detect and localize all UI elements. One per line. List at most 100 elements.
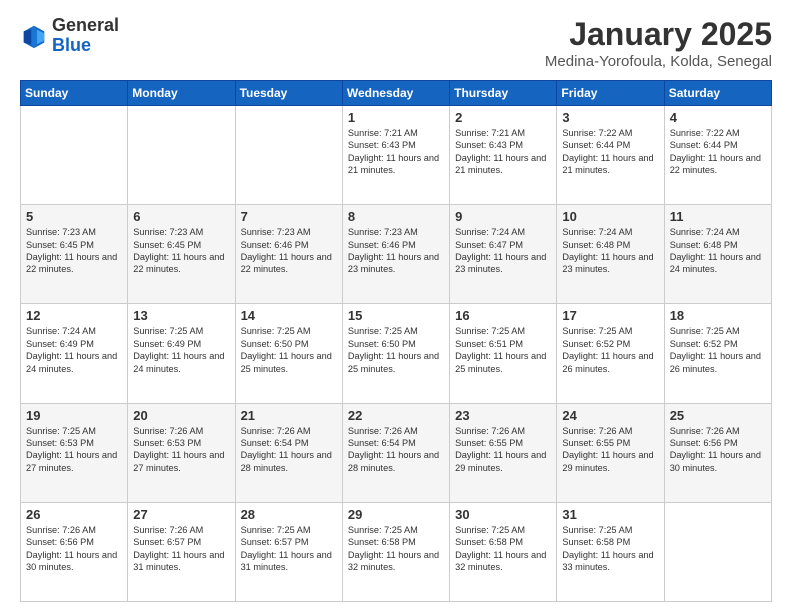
day-number: 1 [348, 110, 444, 125]
cell-info: Sunrise: 7:25 AM Sunset: 6:52 PM Dayligh… [670, 325, 766, 375]
calendar-cell: 15 Sunrise: 7:25 AM Sunset: 6:50 PM Dayli… [342, 304, 449, 403]
calendar-cell: 8 Sunrise: 7:23 AM Sunset: 6:46 PM Daylig… [342, 205, 449, 304]
calendar-cell [235, 106, 342, 205]
day-number: 10 [562, 209, 658, 224]
cell-info: Sunrise: 7:23 AM Sunset: 6:46 PM Dayligh… [241, 226, 337, 276]
cell-info: Sunrise: 7:25 AM Sunset: 6:49 PM Dayligh… [133, 325, 229, 375]
title-block: January 2025 Medina-Yorofoula, Kolda, Se… [545, 16, 772, 70]
calendar-week-3: 12Sunrise: 7:24 AM Sunset: 6:49 PM Dayli… [21, 304, 772, 403]
day-number: 12 [26, 308, 122, 323]
calendar-cell: 17 Sunrise: 7:25 AM Sunset: 6:52 PM Dayli… [557, 304, 664, 403]
day-number: 25 [670, 408, 766, 423]
calendar-cell: 29 Sunrise: 7:25 AM Sunset: 6:58 PM Dayli… [342, 502, 449, 601]
day-number: 20 [133, 408, 229, 423]
calendar-cell: 31Sunrise: 7:25 AM Sunset: 6:58 PM Dayli… [557, 502, 664, 601]
day-number: 27 [133, 507, 229, 522]
calendar-header-row: SundayMondayTuesdayWednesdayThursdayFrid… [21, 81, 772, 106]
day-number: 9 [455, 209, 551, 224]
cell-info: Sunrise: 7:26 AM Sunset: 6:55 PM Dayligh… [562, 425, 658, 475]
calendar-week-4: 19Sunrise: 7:25 AM Sunset: 6:53 PM Dayli… [21, 403, 772, 502]
day-number: 17 [562, 308, 658, 323]
day-number: 21 [241, 408, 337, 423]
calendar-cell: 21 Sunrise: 7:26 AM Sunset: 6:54 PM Dayli… [235, 403, 342, 502]
calendar-cell: 7 Sunrise: 7:23 AM Sunset: 6:46 PM Daylig… [235, 205, 342, 304]
logo-icon [20, 22, 48, 50]
cell-info: Sunrise: 7:26 AM Sunset: 6:53 PM Dayligh… [133, 425, 229, 475]
calendar-cell: 3 Sunrise: 7:22 AM Sunset: 6:44 PM Daylig… [557, 106, 664, 205]
calendar-cell: 20 Sunrise: 7:26 AM Sunset: 6:53 PM Dayli… [128, 403, 235, 502]
calendar-cell: 1Sunrise: 7:21 AM Sunset: 6:43 PM Daylig… [342, 106, 449, 205]
day-number: 3 [562, 110, 658, 125]
cell-info: Sunrise: 7:23 AM Sunset: 6:46 PM Dayligh… [348, 226, 444, 276]
day-header-monday: Monday [128, 81, 235, 106]
cell-info: Sunrise: 7:26 AM Sunset: 6:57 PM Dayligh… [133, 524, 229, 574]
calendar-cell: 10 Sunrise: 7:24 AM Sunset: 6:48 PM Dayli… [557, 205, 664, 304]
calendar-cell: 30Sunrise: 7:25 AM Sunset: 6:58 PM Dayli… [450, 502, 557, 601]
cell-info: Sunrise: 7:26 AM Sunset: 6:56 PM Dayligh… [670, 425, 766, 475]
title-location: Medina-Yorofoula, Kolda, Senegal [545, 53, 772, 70]
calendar-week-2: 5Sunrise: 7:23 AM Sunset: 6:45 PM Daylig… [21, 205, 772, 304]
cell-info: Sunrise: 7:26 AM Sunset: 6:56 PM Dayligh… [26, 524, 122, 574]
cell-info: Sunrise: 7:22 AM Sunset: 6:44 PM Dayligh… [562, 127, 658, 177]
calendar-cell: 4 Sunrise: 7:22 AM Sunset: 6:44 PM Daylig… [664, 106, 771, 205]
calendar-week-1: 1 Sunrise: 7:21 AM Sunset: 6:43 PM Daylig… [21, 106, 772, 205]
day-header-saturday: Saturday [664, 81, 771, 106]
day-number: 7 [241, 209, 337, 224]
calendar-cell: 26Sunrise: 7:26 AM Sunset: 6:56 PM Dayli… [21, 502, 128, 601]
calendar-cell: 28Sunrise: 7:25 AM Sunset: 6:57 PM Dayli… [235, 502, 342, 601]
day-number: 23 [455, 408, 551, 423]
day-header-wednesday: Wednesday [342, 81, 449, 106]
day-number: 24 [562, 408, 658, 423]
cell-info: Sunrise: 7:25 AM Sunset: 6:51 PM Dayligh… [455, 325, 551, 375]
cell-info: Sunrise: 7:21 AM Sunset: 6:43 PM Dayligh… [455, 127, 551, 177]
day-header-tuesday: Tuesday [235, 81, 342, 106]
day-number: 16 [455, 308, 551, 323]
cell-info: Sunrise: 7:22 AM Sunset: 6:44 PM Dayligh… [670, 127, 766, 177]
calendar-cell: 12Sunrise: 7:24 AM Sunset: 6:49 PM Dayli… [21, 304, 128, 403]
calendar-cell: 18 Sunrise: 7:25 AM Sunset: 6:52 PM Dayli… [664, 304, 771, 403]
day-number: 15 [348, 308, 444, 323]
logo: General Blue [20, 16, 119, 56]
cell-info: Sunrise: 7:25 AM Sunset: 6:50 PM Dayligh… [348, 325, 444, 375]
calendar-cell [664, 502, 771, 601]
calendar-cell [128, 106, 235, 205]
cell-info: Sunrise: 7:26 AM Sunset: 6:55 PM Dayligh… [455, 425, 551, 475]
day-number: 22 [348, 408, 444, 423]
day-number: 11 [670, 209, 766, 224]
cell-info: Sunrise: 7:25 AM Sunset: 6:52 PM Dayligh… [562, 325, 658, 375]
calendar-cell [21, 106, 128, 205]
header: General Blue January 2025 Medina-Yorofou… [20, 16, 772, 70]
cell-info: Sunrise: 7:25 AM Sunset: 6:53 PM Dayligh… [26, 425, 122, 475]
cell-info: Sunrise: 7:25 AM Sunset: 6:58 PM Dayligh… [348, 524, 444, 574]
calendar-cell: 5Sunrise: 7:23 AM Sunset: 6:45 PM Daylig… [21, 205, 128, 304]
calendar-cell: 13Sunrise: 7:25 AM Sunset: 6:49 PM Dayli… [128, 304, 235, 403]
calendar-cell: 11Sunrise: 7:24 AM Sunset: 6:48 PM Dayli… [664, 205, 771, 304]
day-header-thursday: Thursday [450, 81, 557, 106]
calendar-cell: 24 Sunrise: 7:26 AM Sunset: 6:55 PM Dayli… [557, 403, 664, 502]
cell-info: Sunrise: 7:24 AM Sunset: 6:48 PM Dayligh… [562, 226, 658, 276]
day-header-sunday: Sunday [21, 81, 128, 106]
calendar-cell: 16 Sunrise: 7:25 AM Sunset: 6:51 PM Dayli… [450, 304, 557, 403]
day-number: 5 [26, 209, 122, 224]
calendar-cell: 2 Sunrise: 7:21 AM Sunset: 6:43 PM Daylig… [450, 106, 557, 205]
calendar-cell: 23 Sunrise: 7:26 AM Sunset: 6:55 PM Dayli… [450, 403, 557, 502]
calendar-table: SundayMondayTuesdayWednesdayThursdayFrid… [20, 80, 772, 602]
title-month: January 2025 [545, 16, 772, 53]
calendar-cell: 6Sunrise: 7:23 AM Sunset: 6:45 PM Daylig… [128, 205, 235, 304]
day-number: 8 [348, 209, 444, 224]
cell-info: Sunrise: 7:26 AM Sunset: 6:54 PM Dayligh… [241, 425, 337, 475]
day-number: 29 [348, 507, 444, 522]
calendar-week-5: 26Sunrise: 7:26 AM Sunset: 6:56 PM Dayli… [21, 502, 772, 601]
cell-info: Sunrise: 7:25 AM Sunset: 6:57 PM Dayligh… [241, 524, 337, 574]
day-number: 30 [455, 507, 551, 522]
calendar-cell: 22 Sunrise: 7:26 AM Sunset: 6:54 PM Dayli… [342, 403, 449, 502]
cell-info: Sunrise: 7:25 AM Sunset: 6:58 PM Dayligh… [562, 524, 658, 574]
logo-text: General Blue [52, 16, 119, 56]
day-number: 2 [455, 110, 551, 125]
day-number: 4 [670, 110, 766, 125]
cell-info: Sunrise: 7:24 AM Sunset: 6:47 PM Dayligh… [455, 226, 551, 276]
cell-info: Sunrise: 7:25 AM Sunset: 6:50 PM Dayligh… [241, 325, 337, 375]
calendar-cell: 9 Sunrise: 7:24 AM Sunset: 6:47 PM Daylig… [450, 205, 557, 304]
cell-info: Sunrise: 7:26 AM Sunset: 6:54 PM Dayligh… [348, 425, 444, 475]
day-number: 18 [670, 308, 766, 323]
